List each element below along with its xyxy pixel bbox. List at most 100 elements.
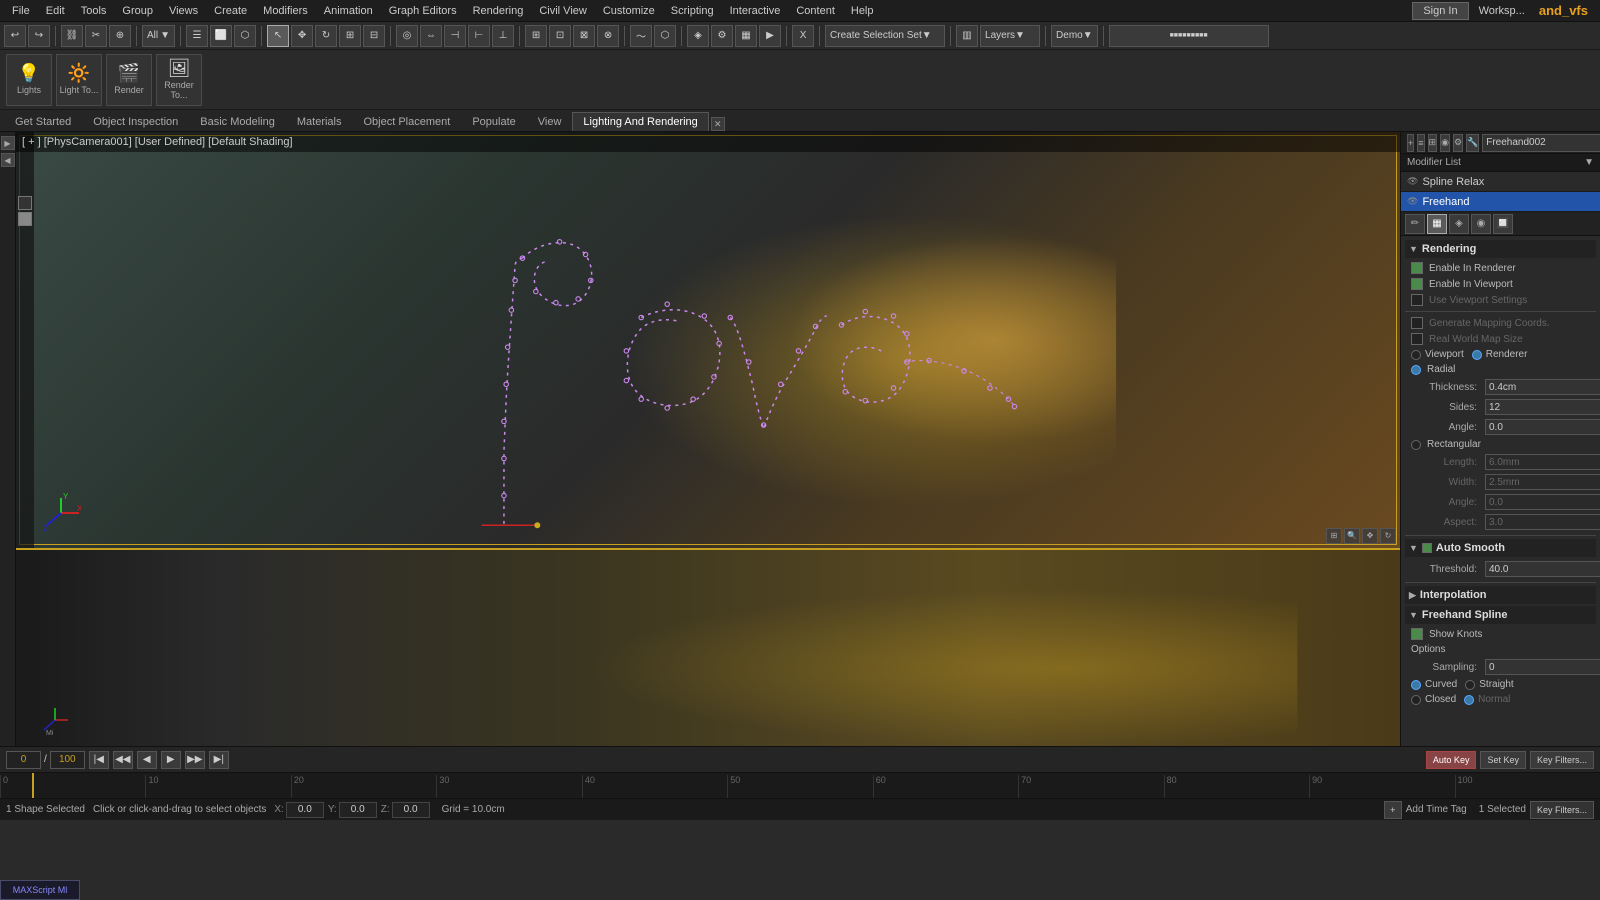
pan-button[interactable]: ✥ xyxy=(1362,528,1378,544)
enable-viewport-checkbox[interactable] xyxy=(1411,278,1423,290)
closed-radio[interactable] xyxy=(1411,695,1421,705)
thickness-input[interactable] xyxy=(1485,379,1600,395)
demo-dropdown[interactable]: Demo▼ xyxy=(1051,25,1098,47)
rp-tools-button[interactable]: ⚙ xyxy=(1453,134,1463,152)
render-frame-button[interactable]: ▦ xyxy=(735,25,757,47)
scale2-button[interactable]: ⊟ xyxy=(363,25,385,47)
current-frame-input[interactable] xyxy=(6,751,41,769)
zoom-button[interactable]: 🔍 xyxy=(1344,528,1360,544)
x-coord-input[interactable] xyxy=(286,802,324,818)
interpolation-section-header[interactable]: ▶ Interpolation xyxy=(1405,586,1596,604)
lasso-select-button[interactable]: ⬡ xyxy=(234,25,256,47)
straight-radio[interactable] xyxy=(1465,680,1475,690)
play-back-button[interactable]: ◀ xyxy=(137,751,157,769)
rtab-pen[interactable]: ✏ xyxy=(1405,214,1425,234)
move-button[interactable]: ✥ xyxy=(291,25,313,47)
add-time-tag-button[interactable]: + xyxy=(1384,801,1402,819)
timeline-track[interactable]: 0 10 20 30 40 50 60 70 80 90 100 xyxy=(0,773,1600,798)
snap2-button[interactable]: ⊠ xyxy=(573,25,595,47)
menu-civil-view[interactable]: Civil View xyxy=(531,3,594,19)
orbit-button[interactable]: ↻ xyxy=(1380,528,1396,544)
panel-close-button[interactable]: ✕ xyxy=(711,117,725,131)
menu-scripting[interactable]: Scripting xyxy=(663,3,722,19)
menu-content[interactable]: Content xyxy=(788,3,843,19)
curve-editor-button[interactable]: 〜 xyxy=(630,25,652,47)
rtab-modifier[interactable]: ▦ xyxy=(1427,214,1447,234)
rendering-section-header[interactable]: ▼ Rendering xyxy=(1405,240,1596,258)
renderer-radio[interactable] xyxy=(1472,350,1482,360)
scale-button[interactable]: ⊞ xyxy=(339,25,361,47)
snap-button[interactable]: ⊡ xyxy=(549,25,571,47)
menu-graph-editors[interactable]: Graph Editors xyxy=(381,3,465,19)
tab-materials[interactable]: Materials xyxy=(286,112,353,131)
tab-object-inspection[interactable]: Object Inspection xyxy=(82,112,189,131)
left-panel-btn1[interactable]: ▶ xyxy=(1,136,15,150)
threshold-input[interactable] xyxy=(1485,561,1600,577)
prev-frame-button[interactable]: ◀◀ xyxy=(113,751,133,769)
sides-input[interactable] xyxy=(1485,399,1600,415)
layers-button[interactable]: ▥ xyxy=(956,25,978,47)
menu-modifiers[interactable]: Modifiers xyxy=(255,3,316,19)
rect-select-button[interactable]: ⬜ xyxy=(210,25,232,47)
rotate-button[interactable]: ↻ xyxy=(315,25,337,47)
more-buttons[interactable]: ■■■■■■■■■ xyxy=(1109,25,1269,47)
schematic-button[interactable]: ⬡ xyxy=(654,25,676,47)
real-world-checkbox[interactable] xyxy=(1411,333,1423,345)
menu-create[interactable]: Create xyxy=(206,3,255,19)
redo-button[interactable]: ↪ xyxy=(28,25,50,47)
lights-tool-button[interactable]: 💡 Lights xyxy=(6,54,52,106)
menu-file[interactable]: File xyxy=(4,3,38,19)
rp-view-button[interactable]: ⊞ xyxy=(1428,134,1438,152)
select-link-button[interactable]: ⛓ xyxy=(61,25,83,47)
mirror-button[interactable]: ⇔ xyxy=(420,25,442,47)
menu-customize[interactable]: Customize xyxy=(595,3,663,19)
tab-object-placement[interactable]: Object Placement xyxy=(352,112,461,131)
all-dropdown[interactable]: All▼ xyxy=(142,25,175,47)
left-panel-btn2[interactable]: ◀ xyxy=(1,153,15,167)
menu-interactive[interactable]: Interactive xyxy=(722,3,789,19)
menu-edit[interactable]: Edit xyxy=(38,3,73,19)
viewport-radio[interactable] xyxy=(1411,350,1421,360)
pivot-button[interactable]: ◎ xyxy=(396,25,418,47)
total-frames-input[interactable] xyxy=(50,751,85,769)
rp-settings-icon[interactable]: ≡ xyxy=(1417,134,1424,152)
select-by-name-button[interactable]: ☰ xyxy=(186,25,208,47)
auto-smooth-checkbox[interactable] xyxy=(1422,543,1432,553)
tab-view[interactable]: View xyxy=(527,112,573,131)
grid-button[interactable]: ⊞ xyxy=(525,25,547,47)
use-viewport-checkbox[interactable] xyxy=(1411,294,1423,306)
key-filters-button[interactable]: Key Filters... xyxy=(1530,751,1594,769)
auto-key-button[interactable]: Auto Key xyxy=(1426,751,1477,769)
menu-animation[interactable]: Animation xyxy=(316,3,381,19)
select-button[interactable]: ↖ xyxy=(267,25,289,47)
rtab-hierarchy[interactable]: ◈ xyxy=(1449,214,1469,234)
sampling-input[interactable] xyxy=(1485,659,1600,675)
play-button[interactable]: ▶ xyxy=(161,751,181,769)
material-editor-button[interactable]: ◈ xyxy=(687,25,709,47)
snap3-button[interactable]: ⊗ xyxy=(597,25,619,47)
rectangular-radio[interactable] xyxy=(1411,440,1421,450)
menu-rendering[interactable]: Rendering xyxy=(465,3,532,19)
align-button[interactable]: ⊣ xyxy=(444,25,466,47)
tab-lighting-rendering[interactable]: Lighting And Rendering xyxy=(572,112,708,131)
unlink-button[interactable]: ✂ xyxy=(85,25,107,47)
render-button[interactable]: ▶ xyxy=(759,25,781,47)
tab-get-started[interactable]: Get Started xyxy=(4,112,82,131)
next-frame-button[interactable]: ▶▶ xyxy=(185,751,205,769)
zoom-extents-button[interactable]: ⊞ xyxy=(1326,528,1342,544)
normal-radio[interactable] xyxy=(1464,695,1474,705)
object-name-field[interactable] xyxy=(1482,134,1600,152)
maxscript-button[interactable]: MAXScript Ml xyxy=(0,880,80,900)
align3-button[interactable]: ⊥ xyxy=(492,25,514,47)
modifier-freehand[interactable]: 👁 Freehand xyxy=(1401,192,1600,212)
menu-tools[interactable]: Tools xyxy=(73,3,115,19)
sign-in-button[interactable]: Sign In xyxy=(1412,2,1468,20)
z-coord-input[interactable] xyxy=(392,802,430,818)
menu-views[interactable]: Views xyxy=(161,3,206,19)
y-coord-input[interactable] xyxy=(339,802,377,818)
menu-group[interactable]: Group xyxy=(114,3,161,19)
radial-radio[interactable] xyxy=(1411,365,1421,375)
light-tools-button[interactable]: 🔆 Light To... xyxy=(56,54,102,106)
freehand-spline-section-header[interactable]: ▼ Freehand Spline xyxy=(1405,606,1596,624)
color-swatch-fg[interactable] xyxy=(18,196,32,210)
